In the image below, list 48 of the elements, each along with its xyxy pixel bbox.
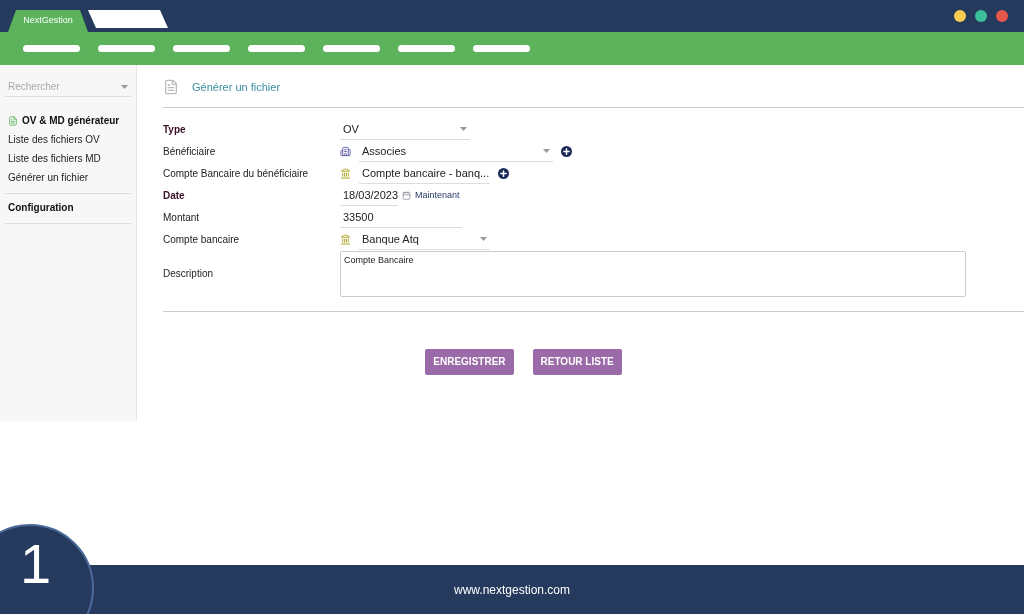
amount-field[interactable]: 33500: [340, 207, 462, 228]
file-icon: [163, 79, 179, 96]
add-button[interactable]: [498, 168, 509, 179]
field-label: Compte bancaire: [163, 233, 241, 247]
sidebar-item[interactable]: Liste des fichiers MD: [5, 149, 131, 168]
menu-placeholder[interactable]: [98, 45, 155, 52]
menu-placeholder[interactable]: [248, 45, 305, 52]
select-field[interactable]: Banque Atq: [359, 229, 490, 250]
action-button[interactable]: RETOUR LISTE: [532, 348, 622, 375]
step-badge: 1: [0, 524, 94, 614]
file-icon: [8, 115, 18, 126]
website-url[interactable]: www.nextgestion.com: [453, 580, 571, 599]
date-field[interactable]: 18/03/2023: [340, 185, 398, 206]
window-control-icon[interactable]: [975, 10, 987, 22]
select-field[interactable]: OV: [340, 119, 470, 140]
window-control-icon[interactable]: [996, 10, 1008, 22]
menu-placeholder[interactable]: [23, 45, 80, 52]
field-label: Montant: [163, 211, 201, 225]
select-field[interactable]: Associes: [359, 141, 553, 162]
bank-icon: [340, 234, 351, 245]
blank-tab[interactable]: [88, 10, 168, 28]
caret-icon: [543, 149, 550, 153]
field-label: Type: [163, 123, 187, 137]
sidebar-section[interactable]: Configuration: [8, 200, 74, 215]
field-label: Date: [163, 189, 186, 203]
caret-icon: [121, 84, 128, 89]
field-label: Compte Bancaire du bénéficiaire: [163, 167, 310, 181]
now-link[interactable]: Maintenant: [415, 188, 460, 203]
page-title: Générer un fichier: [192, 80, 281, 95]
sidebar-section[interactable]: OV & MD générateur: [22, 113, 120, 128]
sidebar-item[interactable]: Générer un fichier: [5, 168, 131, 187]
menu-placeholder[interactable]: [173, 45, 230, 52]
description-field[interactable]: Compte Bancaire: [340, 250, 966, 297]
action-button[interactable]: ENREGISTRER: [425, 348, 514, 375]
sidebar-item[interactable]: Liste des fichiers OV: [5, 130, 131, 149]
select-field[interactable]: Compte bancaire - banq...: [359, 163, 490, 184]
calendar-icon: [402, 191, 411, 200]
field-label: Description: [163, 267, 215, 281]
menu-placeholder[interactable]: [398, 45, 455, 52]
building-icon: [340, 146, 351, 157]
menu-placeholder[interactable]: [323, 45, 380, 52]
add-button[interactable]: [561, 146, 572, 157]
caret-icon: [460, 127, 467, 131]
menu-placeholder[interactable]: [473, 45, 530, 52]
window-control-icon[interactable]: [954, 10, 966, 22]
caret-icon: [480, 237, 487, 241]
bank-icon: [340, 168, 351, 179]
field-label: Bénéficiaire: [163, 145, 217, 159]
